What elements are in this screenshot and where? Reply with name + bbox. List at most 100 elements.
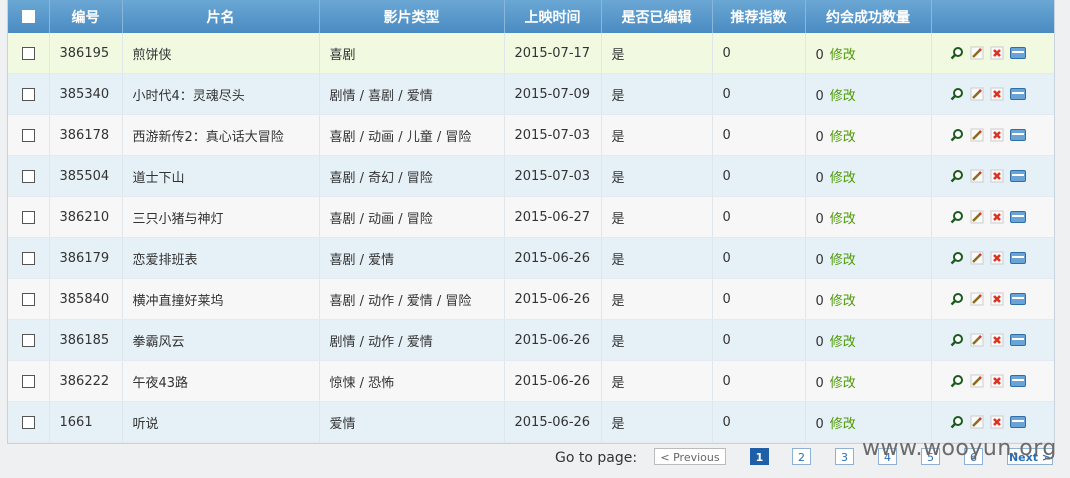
dates-count: 0 [815,252,824,268]
delete-icon[interactable] [990,128,1004,142]
edit-count-link[interactable]: 修改 [830,294,856,309]
row-checkbox[interactable] [21,415,35,429]
row-select-cell [8,319,50,361]
delete-icon[interactable] [990,87,1004,101]
table-row[interactable]: 385504 道士下山 喜剧 / 奇幻 / 冒险 2015-07-03 是 0 0 修改 [8,155,1054,197]
table-row[interactable]: 386185 拳霸风云 剧情 / 动作 / 爱情 2015-06-26 是 0 0 修改 [8,319,1054,361]
view-icon[interactable] [950,333,964,347]
page-1-button[interactable]: 1 [750,448,769,465]
view-icon[interactable] [950,251,964,265]
header-dates-count[interactable]: 约会成功数量 [805,0,932,33]
view-icon[interactable] [950,415,964,429]
pencil-icon[interactable] [970,46,984,60]
detail-icon[interactable] [1009,170,1026,182]
view-icon[interactable] [950,128,964,142]
edit-count-link[interactable]: 修改 [830,417,856,432]
detail-icon[interactable] [1009,88,1026,100]
pencil-icon[interactable] [970,333,984,347]
row-checkbox[interactable] [21,169,35,183]
table-row[interactable]: 386222 午夜43路 惊悚 / 恐怖 2015-06-26 是 0 0 修改 [8,360,1054,402]
header-title[interactable]: 片名 [122,0,320,33]
row-actions [931,155,1054,197]
row-actions [931,73,1054,115]
detail-icon[interactable] [1009,334,1026,346]
release-date: 2015-07-17 [504,33,602,74]
detail-icon[interactable] [1009,293,1026,305]
pencil-icon[interactable] [970,415,984,429]
dates-count: 0 [815,334,824,350]
movie-title: 听说 [122,401,320,443]
row-checkbox[interactable] [21,333,35,347]
pencil-icon[interactable] [970,128,984,142]
page-2-button[interactable]: 2 [792,448,811,465]
edited-status: 是 [601,401,713,443]
dates-count-cell: 0 修改 [805,196,932,238]
pencil-icon[interactable] [970,169,984,183]
detail-icon[interactable] [1009,416,1026,428]
table-row[interactable]: 385340 小时代4：灵魂尽头 剧情 / 喜剧 / 爱情 2015-07-09 是 0 0… [8,73,1054,115]
row-select-cell [8,360,50,402]
table-row[interactable]: 386195 煎饼侠 喜剧 2015-07-17 是 0 0 修改 [8,33,1054,74]
edit-count-link[interactable]: 修改 [830,376,856,391]
delete-icon[interactable] [990,210,1004,224]
detail-icon[interactable] [1009,211,1026,223]
movie-genre: 喜剧 / 奇幻 / 冒险 [319,155,505,197]
view-icon[interactable] [950,374,964,388]
movie-id: 386185 [49,319,123,361]
header-genre[interactable]: 影片类型 [319,0,505,33]
view-icon[interactable] [950,46,964,60]
release-date: 2015-06-26 [504,319,602,361]
detail-icon[interactable] [1009,129,1026,141]
view-icon[interactable] [950,292,964,306]
pencil-icon[interactable] [970,292,984,306]
view-icon[interactable] [950,87,964,101]
delete-icon[interactable] [990,169,1004,183]
delete-icon[interactable] [990,374,1004,388]
movie-title: 午夜43路 [122,360,320,402]
header-release-date[interactable]: 上映时间 [504,0,602,33]
previous-page-button[interactable]: < Previous [654,448,726,465]
row-checkbox[interactable] [21,210,35,224]
row-checkbox[interactable] [21,128,35,142]
table-row[interactable]: 386178 西游新传2：真心话大冒险 喜剧 / 动画 / 儿童 / 冒险 2015-… [8,114,1054,156]
delete-icon[interactable] [990,333,1004,347]
row-checkbox[interactable] [21,374,35,388]
pencil-icon[interactable] [970,251,984,265]
view-icon[interactable] [950,169,964,183]
row-select-cell [8,33,50,74]
header-id[interactable]: 编号 [49,0,123,33]
edit-count-link[interactable]: 修改 [830,253,856,268]
edit-count-link[interactable]: 修改 [830,89,856,104]
view-icon[interactable] [950,210,964,224]
detail-icon[interactable] [1009,252,1026,264]
page-3-button[interactable]: 3 [835,448,854,465]
edit-count-link[interactable]: 修改 [830,171,856,186]
header-edited[interactable]: 是否已编辑 [601,0,713,33]
detail-icon[interactable] [1009,375,1026,387]
delete-icon[interactable] [990,251,1004,265]
movie-title: 小时代4：灵魂尽头 [122,73,320,115]
header-rating[interactable]: 推荐指数 [712,0,806,33]
table-row[interactable]: 386179 恋爱排班表 喜剧 / 爱情 2015-06-26 是 0 0 修改 [8,237,1054,279]
delete-icon[interactable] [990,46,1004,60]
row-checkbox[interactable] [21,292,35,306]
select-all-checkbox[interactable] [21,10,35,23]
delete-icon[interactable] [990,292,1004,306]
table-row[interactable]: 386210 三只小猪与神灯 喜剧 / 动画 / 冒险 2015-06-27 是 0 0 修改 [8,196,1054,238]
movie-genre: 喜剧 [319,33,505,74]
edit-count-link[interactable]: 修改 [830,212,856,227]
delete-icon[interactable] [990,415,1004,429]
edit-count-link[interactable]: 修改 [830,335,856,350]
pencil-icon[interactable] [970,374,984,388]
row-checkbox[interactable] [21,46,35,60]
movie-id: 385340 [49,73,123,115]
row-actions [931,114,1054,156]
edit-count-link[interactable]: 修改 [830,130,856,145]
edit-count-link[interactable]: 修改 [830,48,856,63]
pencil-icon[interactable] [970,210,984,224]
detail-icon[interactable] [1009,47,1026,59]
row-checkbox[interactable] [21,251,35,265]
table-row[interactable]: 385840 横冲直撞好莱坞 喜剧 / 动作 / 爱情 / 冒险 2015-06-26… [8,278,1054,320]
pencil-icon[interactable] [970,87,984,101]
row-checkbox[interactable] [21,87,35,101]
